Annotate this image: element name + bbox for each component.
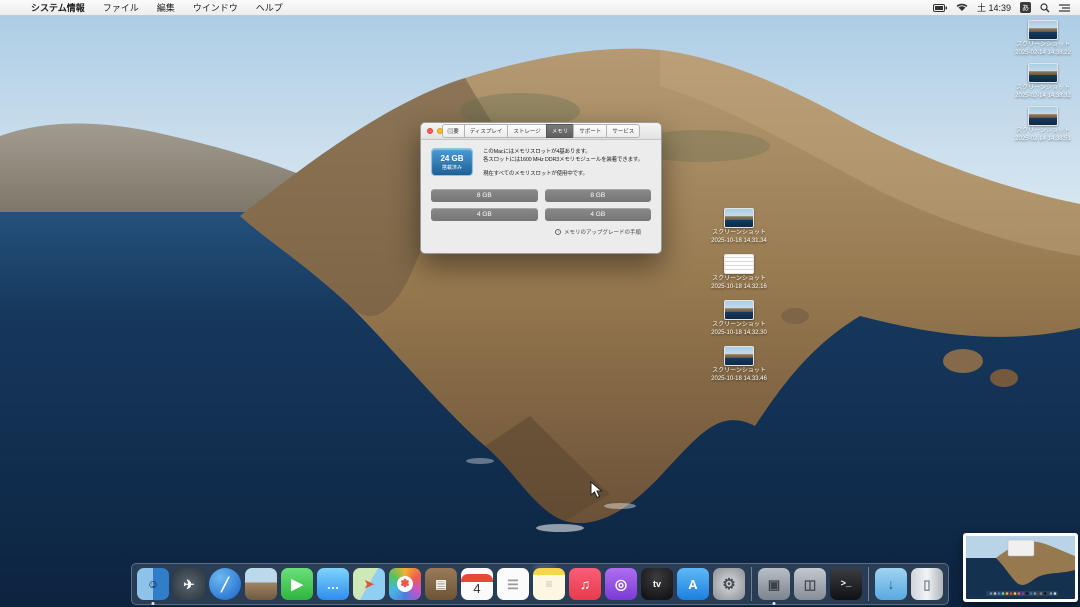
window-titlebar[interactable]: 概要 ディスプレイ ストレージ メモリ サポート サービス (421, 123, 661, 140)
memory-slots: 8 GB 8 GB 4 GB 4 GB (431, 189, 651, 221)
screenshot-thumbnail (1028, 20, 1058, 40)
tab-memory[interactable]: メモリ (546, 124, 575, 138)
desktop-icon-screenshot-a1[interactable]: スクリーンショット2025-02-14 14.38.22 (1014, 20, 1072, 57)
memory-upgrade-link[interactable]: メモリのアップグレードの手順 (564, 228, 641, 236)
dock-reminders-icon[interactable]: ☰ (497, 568, 529, 600)
dock-terminal-icon[interactable]: >_ (830, 568, 862, 600)
screenshot-thumbnail (724, 300, 754, 320)
tab-storage[interactable]: ストレージ (507, 124, 546, 138)
tab-displays[interactable]: ディスプレイ (464, 124, 509, 138)
dock-safari-icon[interactable]: ╱ (209, 568, 241, 600)
icon-label: スクリーンショット2025-10-18 14.33.46 (711, 368, 767, 383)
menu-help[interactable]: ヘルプ (247, 0, 292, 16)
spotlight-icon[interactable] (1040, 3, 1050, 13)
memory-slot-3: 4 GB (431, 208, 538, 221)
minimize-button[interactable] (437, 128, 443, 134)
zoom-button[interactable] (447, 128, 453, 134)
menu-edit[interactable]: 編集 (148, 0, 184, 16)
dock-messages-icon[interactable]: … (317, 568, 349, 600)
dock-finder-icon[interactable]: ☺ (137, 568, 169, 600)
traffic-lights (427, 128, 453, 134)
dock-podcasts-icon[interactable]: ◎ (605, 568, 637, 600)
screenshot-preview-popup[interactable] (963, 533, 1078, 602)
memory-total-status: 搭載済み (442, 164, 462, 171)
desktop-icon-screenshot-b3[interactable]: スクリーンショット2025-10-18 14.32.30 (710, 300, 768, 337)
icon-label: スクリーンショット2025-02-14 14.38.22 (1015, 42, 1071, 57)
dock-preview-icon[interactable] (245, 568, 277, 600)
tab-service[interactable]: サービス (606, 124, 640, 138)
input-source-icon[interactable]: あ (1020, 2, 1031, 13)
dock: ☺ ✈ ╱ ▶ … ➤ ✽ ▤ 4 ☰ ≡ ♫ ◎ tv A ⚙ ▣ ◫ >_ … (131, 563, 949, 605)
dock-appstore-icon[interactable]: A (677, 568, 709, 600)
desktop-icon-screenshot-b4[interactable]: スクリーンショット2025-10-18 14.33.46 (710, 346, 768, 383)
dock-system-information-icon[interactable]: ▣ (758, 568, 790, 600)
dock-music-icon[interactable]: ♫ (569, 568, 601, 600)
memory-desc-line1: このMacにはメモリスロットが4基あります。 (483, 148, 643, 156)
icon-label: スクリーンショット2025-10-18 14.31.34 (711, 230, 767, 245)
notification-center-icon[interactable] (1059, 3, 1070, 12)
menu-clock[interactable]: 土 14:39 (977, 1, 1011, 14)
system-info-window: 概要 ディスプレイ ストレージ メモリ サポート サービス 24 GB 搭載済み… (420, 122, 662, 254)
dock-photos-icon[interactable]: ✽ (389, 568, 421, 600)
memory-total-size: 24 GB (440, 154, 463, 163)
mouse-cursor (590, 481, 603, 504)
dock-contacts-icon[interactable]: ▤ (425, 568, 457, 600)
screenshot-thumbnail (724, 346, 754, 366)
close-button[interactable] (427, 128, 433, 134)
dock-separator (868, 567, 869, 601)
memory-slot-1: 8 GB (431, 189, 538, 202)
dock-maps-icon[interactable]: ➤ (353, 568, 385, 600)
desktop-wallpaper (0, 16, 1080, 607)
icon-label: スクリーンショット2025-10-18 14.32.16 (711, 276, 767, 291)
dock-downloads-folder-icon[interactable]: ↓ (875, 568, 907, 600)
document-thumbnail (724, 254, 754, 274)
icon-label: スクリーンショット2025-10-18 14.32.30 (711, 322, 767, 337)
dock-launchpad-icon[interactable]: ✈ (173, 568, 205, 600)
memory-total-badge: 24 GB 搭載済み (431, 148, 473, 176)
desktop-icon-screenshot-a3[interactable]: スクリーンショット2025-02-14 14.38.51 (1014, 106, 1072, 143)
menu-bar: システム情報 ファイル 編集 ウインドウ ヘルプ 土 14:39 あ (0, 0, 1080, 16)
screenshot-thumbnail (1028, 63, 1058, 83)
dock-separator (751, 567, 752, 601)
icon-label: スクリーンショット2025-02-14 14.38.32 (1015, 85, 1071, 100)
desktop-icon-screenshot-b1[interactable]: スクリーンショット2025-10-18 14.31.34 (710, 208, 768, 245)
desktop-icon-screenshot-a2[interactable]: スクリーンショット2025-02-14 14.38.32 (1014, 63, 1072, 100)
dock-facetime-icon[interactable]: ▶ (281, 568, 313, 600)
memory-slot-4: 4 GB (545, 208, 652, 221)
battery-icon[interactable] (933, 4, 947, 12)
screenshot-thumbnail (1028, 106, 1058, 126)
screenshot-preview-image (966, 536, 1075, 599)
menu-window[interactable]: ウインドウ (184, 0, 247, 16)
desktop-icon-screenshot-b2[interactable]: スクリーンショット2025-10-18 14.32.16 (710, 254, 768, 291)
wifi-icon[interactable] (956, 3, 968, 12)
icon-label: スクリーンショット2025-02-14 14.38.51 (1015, 128, 1071, 143)
dock-notes-icon[interactable]: ≡ (533, 568, 565, 600)
window-tabs: 概要 ディスプレイ ストレージ メモリ サポート サービス (442, 124, 641, 138)
upgrade-link-icon: ↑ (555, 229, 561, 235)
memory-slot-2: 8 GB (545, 189, 652, 202)
tab-support[interactable]: サポート (573, 124, 607, 138)
dock-tv-icon[interactable]: tv (641, 568, 673, 600)
dock-calendar-icon[interactable]: 4 (461, 568, 493, 600)
menu-file[interactable]: ファイル (94, 0, 148, 16)
dock-system-preferences-icon[interactable]: ⚙ (713, 568, 745, 600)
memory-desc-line3: 現在すべてのメモリスロットが使用中です。 (483, 170, 643, 178)
menu-app-name[interactable]: システム情報 (22, 0, 94, 16)
memory-desc-line2: 各スロットには1600 MHz DDR3メモリモジュールを装着できます。 (483, 156, 643, 164)
dock-trash-icon[interactable]: ▯ (911, 568, 943, 600)
memory-description: このMacにはメモリスロットが4基あります。 各スロットには1600 MHz D… (483, 148, 643, 178)
screenshot-thumbnail (724, 208, 754, 228)
dock-disk-utility-icon[interactable]: ◫ (794, 568, 826, 600)
